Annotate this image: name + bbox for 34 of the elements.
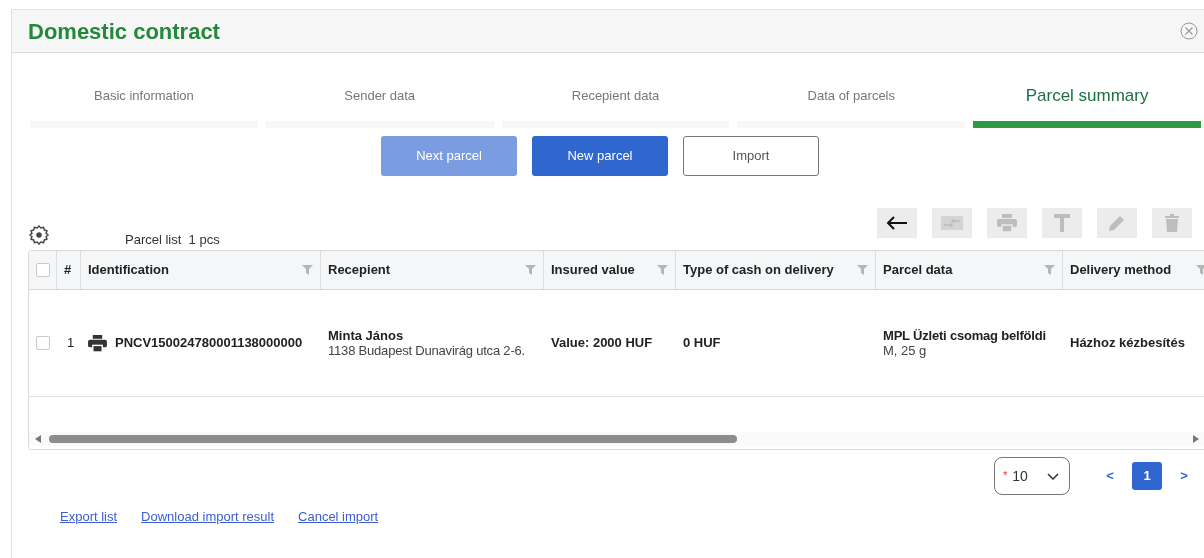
column-header[interactable]: Parcel data: [883, 260, 953, 280]
required-mark: *: [1003, 468, 1008, 483]
column-header[interactable]: Identification: [88, 260, 169, 280]
action-button[interactable]: Import: [683, 136, 819, 176]
action-button[interactable]: New parcel: [532, 136, 668, 176]
table-cell: Házhoz kézbesítés: [1070, 335, 1185, 351]
column-header[interactable]: #: [64, 260, 72, 280]
step-tab[interactable]: Basic information: [30, 81, 258, 128]
recipient-name: Minta János: [328, 328, 405, 343]
column-header[interactable]: Insured value: [551, 260, 635, 280]
list-title: Parcel list 1 pcs: [125, 230, 220, 249]
table-cell: 0 HUF: [683, 335, 721, 351]
parcel-detail: M, 25 g: [883, 343, 928, 358]
step-tab[interactable]: Recepient data: [501, 81, 730, 128]
footer-link[interactable]: Cancel import: [298, 507, 379, 527]
row-number: 1: [67, 335, 75, 351]
column-header[interactable]: Recepient: [328, 260, 391, 280]
column-header[interactable]: Delivery method: [1070, 260, 1172, 280]
page-size-value: 10: [1012, 466, 1028, 486]
previous-page-link[interactable]: <: [1100, 466, 1120, 486]
page-button[interactable]: 1: [1132, 462, 1162, 490]
table-cell: Value: 2000 HUF: [551, 335, 653, 351]
window-title: Domestic contract: [28, 17, 220, 46]
footer-link[interactable]: Export list: [60, 507, 118, 527]
footer-link[interactable]: Download import result: [141, 507, 275, 527]
page-size-select[interactable]: * 10: [994, 457, 1070, 495]
step-tab[interactable]: Sender data: [265, 81, 494, 128]
step-tab[interactable]: Data of parcels: [737, 81, 966, 128]
step-tab[interactable]: Parcel summary: [973, 81, 1201, 128]
next-page-link[interactable]: >: [1174, 466, 1194, 486]
parcel-type: MPL Üzleti csomag belföldi: [883, 328, 1047, 343]
table-cell-text: PNCV150024780001138000000: [115, 334, 303, 353]
recipient-address: 1138 Budapest Dunavirág utca 2-6.: [328, 343, 526, 358]
column-header[interactable]: Type of cash on delivery: [683, 260, 834, 280]
